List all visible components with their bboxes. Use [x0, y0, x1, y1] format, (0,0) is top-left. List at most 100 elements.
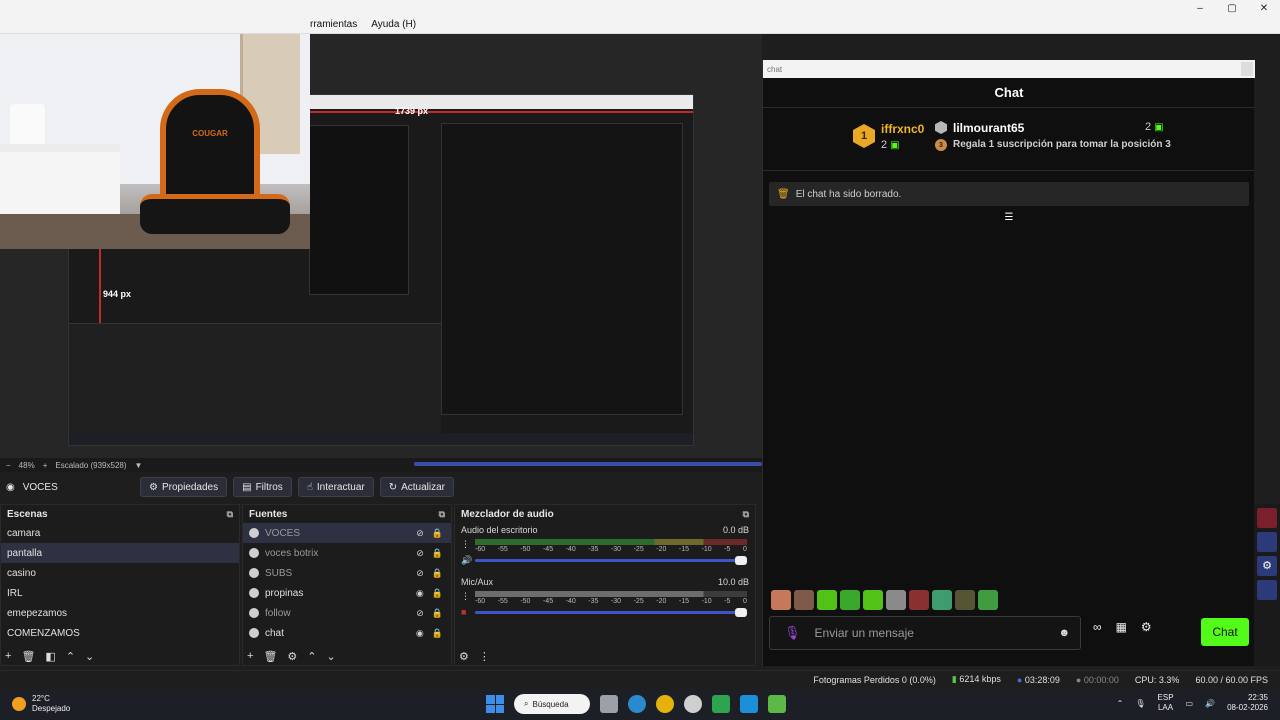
store-icon[interactable]: ▦ [1116, 620, 1127, 634]
undock-icon[interactable]: ⧉ [227, 509, 233, 520]
move-down-icon[interactable]: ⌄ [85, 650, 94, 663]
game-launcher-icon[interactable] [768, 695, 786, 713]
eye-icon[interactable]: ◉ [416, 628, 424, 639]
kebab-menu-icon[interactable]: ⋮ [479, 650, 490, 663]
add-icon[interactable]: + [247, 650, 253, 663]
eye-hidden-icon[interactable]: ⊘ [416, 528, 424, 539]
lock-icon[interactable]: 🔒 [432, 608, 443, 619]
close-button[interactable]: ✕ [1248, 0, 1280, 16]
scene-item-selected[interactable]: pantalla [1, 543, 239, 563]
minimize-button[interactable]: – [1184, 0, 1216, 16]
scene-item[interactable]: IRL [1, 583, 239, 603]
network-icon[interactable]: ▭ [1186, 699, 1194, 708]
volume-slider[interactable] [475, 559, 747, 562]
menu-help[interactable]: Ayuda (H) [371, 19, 416, 30]
edge-browser-icon[interactable] [628, 695, 646, 713]
emote-button[interactable] [886, 590, 906, 610]
maximize-button[interactable]: ▢ [1216, 0, 1248, 16]
menu-tools[interactable]: rramientas [310, 19, 357, 30]
chevron-down-icon[interactable]: ▼ [135, 461, 143, 470]
refresh-button[interactable]: ↻ Actualizar [379, 477, 455, 497]
undock-icon[interactable]: ⧉ [743, 509, 749, 520]
lock-icon[interactable]: 🔒 [432, 568, 443, 579]
source-item[interactable]: VOCES ⊘ 🔒 [243, 523, 451, 543]
taskbar-clock[interactable]: 22:35 08-02-2026 [1227, 693, 1268, 713]
move-up-icon[interactable]: ⌃ [307, 650, 316, 663]
task-view-icon[interactable] [600, 695, 618, 713]
move-up-icon[interactable]: ⌃ [66, 650, 75, 663]
add-icon[interactable]: + [5, 650, 11, 663]
emote-button[interactable] [932, 590, 952, 610]
record-button[interactable] [1257, 532, 1277, 552]
volume-slider[interactable] [475, 611, 747, 614]
scene-item[interactable]: emepezamos [1, 603, 239, 623]
lock-icon[interactable]: 🔒 [432, 628, 443, 639]
eye-hidden-icon[interactable]: ⊘ [416, 548, 424, 559]
mic-icon[interactable]: 🎙 [784, 625, 801, 641]
lock-icon[interactable]: 🔒 [432, 548, 443, 559]
source-item[interactable]: voces botrix ⊘ 🔒 [243, 543, 451, 563]
emote-button[interactable] [909, 590, 929, 610]
chrome-icon[interactable] [656, 695, 674, 713]
preview-canvas[interactable]: 1739 px 944 px COUGAR [0, 34, 762, 458]
source-item[interactable]: chat ◉ 🔒 [243, 623, 451, 643]
steam-icon[interactable] [740, 695, 758, 713]
speaker-icon[interactable]: 🔊 [461, 555, 472, 566]
scale-selector[interactable]: Escalado (939x528) [55, 461, 126, 470]
mic-tray-icon[interactable]: 🎙 [1135, 699, 1145, 708]
infinity-icon[interactable]: ∞ [1093, 620, 1102, 634]
volume-slider-handle[interactable] [735, 608, 747, 617]
windows-start-icon[interactable] [486, 695, 504, 713]
emote-button[interactable] [978, 590, 998, 610]
language-indicator[interactable]: ESP LAA [1158, 693, 1174, 713]
emote-button[interactable] [817, 590, 837, 610]
collapse-icon[interactable]: ☰ [1003, 212, 1015, 223]
lock-icon[interactable]: 🔒 [432, 528, 443, 539]
send-chat-button[interactable]: Chat [1201, 618, 1249, 646]
emote-button[interactable] [863, 590, 883, 610]
kebab-menu-icon[interactable]: ⋮ [461, 591, 470, 602]
eye-hidden-icon[interactable]: ⊘ [416, 608, 424, 619]
move-down-icon[interactable]: ⌄ [327, 650, 336, 663]
gear-icon[interactable]: ⚙ [1141, 620, 1152, 634]
lock-icon[interactable]: 🔒 [432, 588, 443, 599]
scene-item[interactable]: COMENZAMOS [1, 623, 239, 643]
chevron-up-icon[interactable]: ⌃ [1117, 699, 1124, 708]
filter-icon[interactable]: ◧ [45, 650, 55, 663]
speaker-muted-icon[interactable]: ■ [461, 607, 466, 617]
chat-window-close[interactable] [1241, 62, 1253, 76]
advanced-audio-icon[interactable]: ⚙ [459, 650, 469, 663]
volume-icon[interactable]: 🔊 [1205, 699, 1215, 708]
volume-slider-handle[interactable] [735, 556, 747, 565]
scene-item[interactable]: camara [1, 523, 239, 543]
source-item[interactable]: propinas ◉ 🔒 [243, 583, 451, 603]
emote-button[interactable] [771, 590, 791, 610]
zoom-out-icon[interactable]: − [6, 461, 11, 470]
source-item[interactable]: SUBS ⊘ 🔒 [243, 563, 451, 583]
emote-button[interactable] [955, 590, 975, 610]
emote-button[interactable] [794, 590, 814, 610]
filters-button[interactable]: ▤ Filtros [233, 477, 292, 497]
gear-icon[interactable]: ⚙ [287, 650, 297, 663]
trash-icon[interactable]: 🗑 [263, 650, 277, 663]
weather-widget[interactable]: 22°C Despejado [12, 694, 70, 714]
stop-stream-button[interactable] [1257, 508, 1277, 528]
emote-button[interactable] [840, 590, 860, 610]
virtual-cam-button[interactable] [1257, 580, 1277, 600]
zoom-in-icon[interactable]: + [43, 461, 48, 470]
undock-icon[interactable]: ⧉ [439, 509, 445, 520]
taskbar-search[interactable]: ⌕ Búsqueda [514, 694, 590, 714]
settings-icon[interactable]: ⚙ [1257, 556, 1277, 576]
source-item[interactable]: follow ⊘ 🔒 [243, 603, 451, 623]
obs-icon[interactable] [684, 695, 702, 713]
properties-button[interactable]: ⚙ Propiedades [140, 477, 228, 497]
preview-scrollbar[interactable] [414, 462, 762, 466]
top-gifter-name[interactable]: iffrxnc0 [881, 122, 924, 136]
eye-hidden-icon[interactable]: ⊘ [416, 568, 424, 579]
trash-icon[interactable]: 🗑 [21, 650, 35, 663]
minecraft-icon[interactable] [712, 695, 730, 713]
eye-icon[interactable]: ◉ [416, 588, 424, 599]
kebab-menu-icon[interactable]: ⋮ [461, 539, 470, 550]
second-gifter-name[interactable]: lilmourant65 [953, 121, 1024, 135]
chat-message-input[interactable] [814, 626, 1045, 640]
